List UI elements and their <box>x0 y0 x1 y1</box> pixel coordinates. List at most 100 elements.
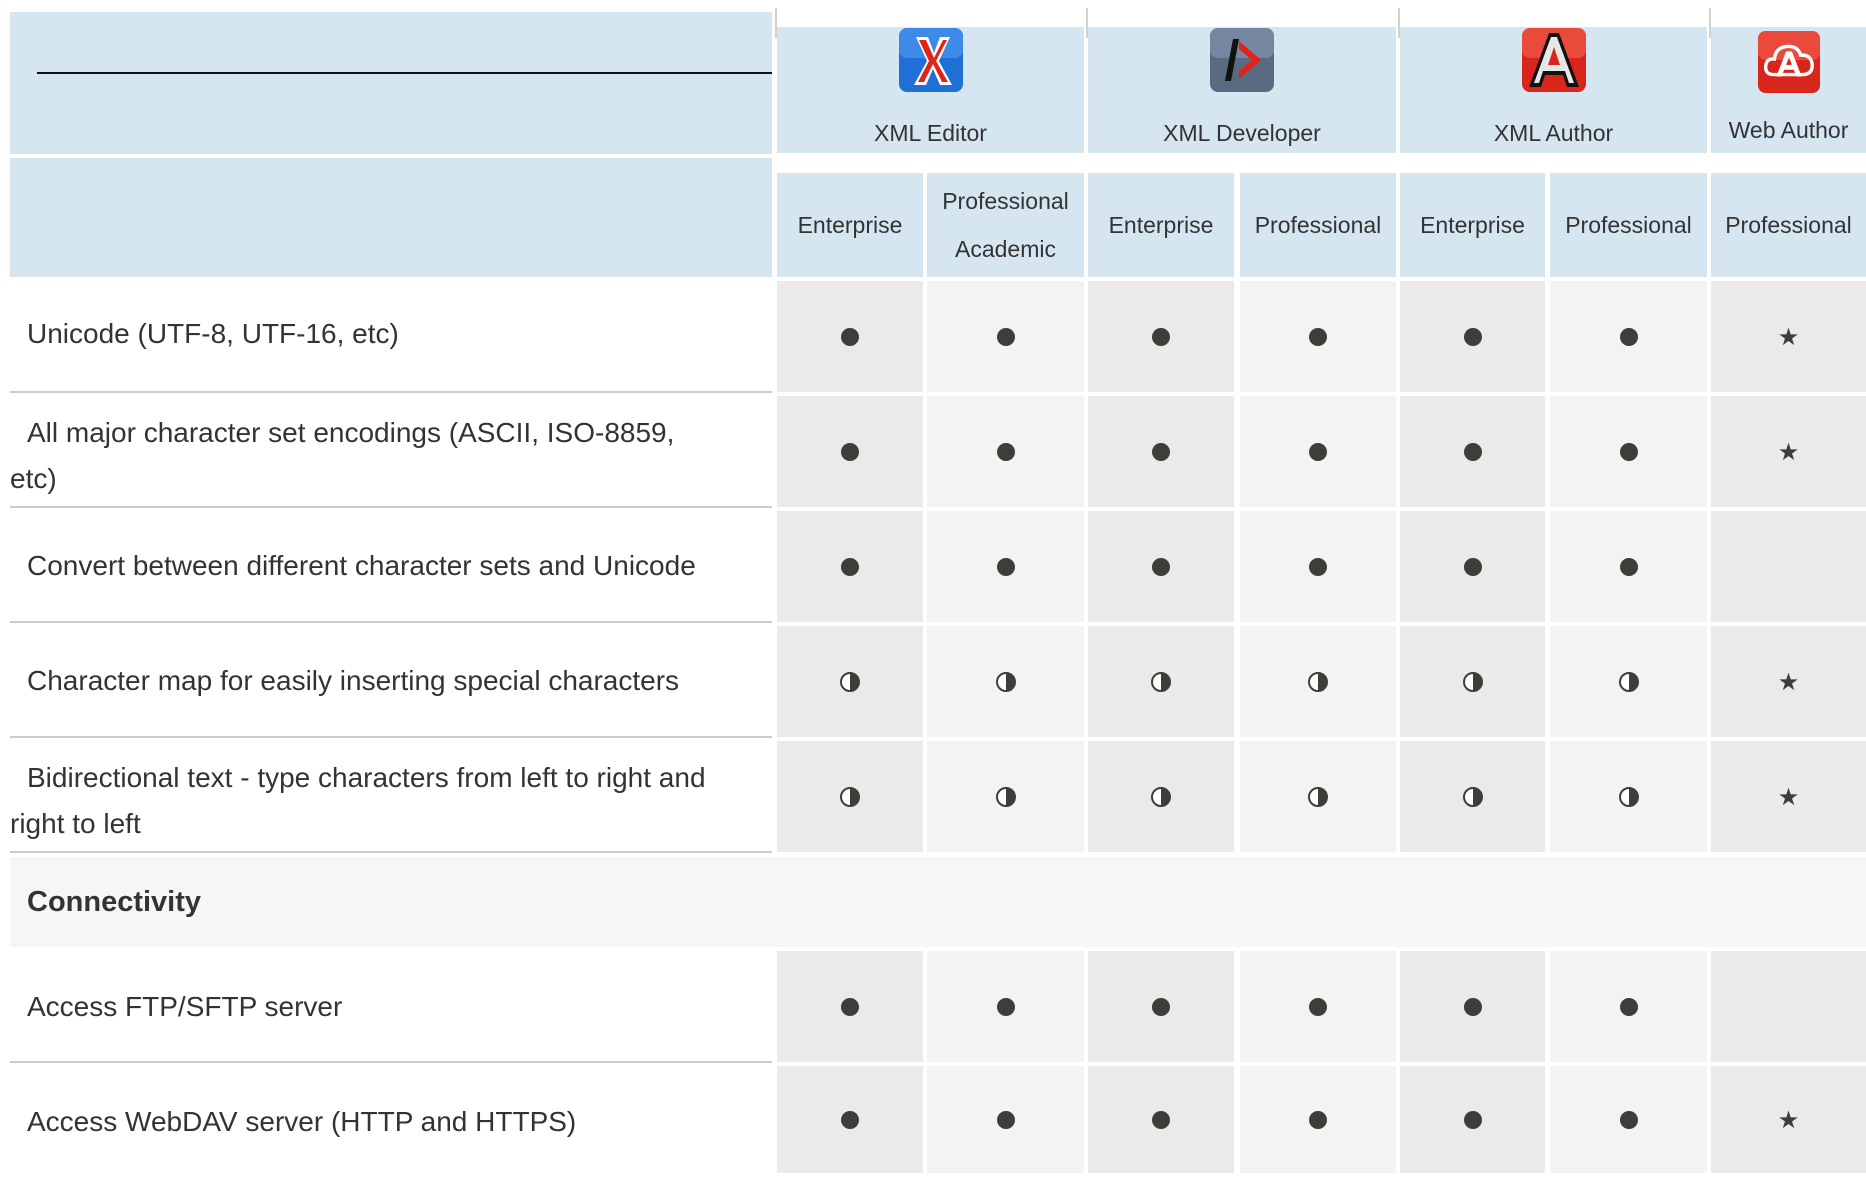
support-cell <box>1088 511 1234 622</box>
edition-header[interactable]: Enterprise <box>1088 173 1234 277</box>
full-support-dot-icon <box>841 442 859 461</box>
feature-name-cont: etc) <box>10 463 57 494</box>
full-support-dot-icon <box>1309 327 1327 346</box>
support-cell <box>1088 626 1234 737</box>
feature-name-cont: right to left <box>10 808 141 839</box>
edition-header[interactable]: Professional <box>1240 173 1396 277</box>
edition-header[interactable]: Enterprise <box>1400 173 1545 277</box>
support-cell <box>1400 511 1545 622</box>
support-cell <box>1550 951 1707 1062</box>
product-header-xml-author[interactable]: XML Author <box>1400 27 1707 153</box>
partial-support-icon <box>1618 786 1639 807</box>
support-cell <box>1240 511 1396 622</box>
product-name: XML Developer <box>1163 120 1321 146</box>
edition-header[interactable]: Professional Academic <box>927 173 1084 277</box>
full-support-dot-icon <box>996 997 1015 1016</box>
edition-label: Professional <box>1725 212 1852 238</box>
support-cell <box>1088 951 1234 1062</box>
support-cell <box>1088 396 1234 507</box>
full-support-dot-icon <box>996 442 1015 461</box>
edition-header[interactable]: Enterprise <box>777 173 923 277</box>
full-support-dot-icon <box>996 557 1015 576</box>
feature-name: Access WebDAV server (HTTP and HTTPS) <box>27 1106 577 1137</box>
partial-support-icon <box>1308 671 1328 692</box>
full-support-dot-icon <box>996 1110 1015 1129</box>
feature-name: All major character set encodings (ASCII… <box>27 417 675 448</box>
product-header-xml-developer[interactable]: XML Developer <box>1088 27 1396 153</box>
full-support-dot-icon <box>841 997 859 1016</box>
partial-support-icon <box>1618 671 1639 692</box>
full-support-dot-icon <box>1619 327 1638 346</box>
full-support-dot-icon <box>1309 997 1327 1016</box>
support-cell <box>1240 951 1396 1062</box>
support-cell: ★ <box>1711 741 1866 852</box>
feature-row-label: Unicode (UTF-8, UTF-16, etc) <box>10 281 772 393</box>
partial-support-icon <box>840 671 860 692</box>
support-cell <box>927 511 1084 622</box>
feature-name: Unicode (UTF-8, UTF-16, etc) <box>27 318 399 349</box>
support-cell <box>1400 396 1545 507</box>
support-cell <box>1240 396 1396 507</box>
product-header-xml-editor[interactable]: XML Editor <box>777 27 1084 153</box>
feature-row-label: Bidirectional text - type characters fro… <box>10 741 772 853</box>
partial-support-icon <box>995 671 1016 692</box>
support-cell <box>1711 951 1866 1062</box>
partial-support-icon <box>1151 671 1171 692</box>
support-cell <box>1550 741 1707 852</box>
star-icon: ★ <box>1777 322 1800 351</box>
support-cell <box>1550 626 1707 737</box>
feature-name: Convert between different character sets… <box>27 550 696 581</box>
support-cell <box>777 1066 923 1173</box>
support-cell <box>777 951 923 1062</box>
full-support-dot-icon <box>1463 327 1482 346</box>
edition-header[interactable]: Professional <box>1550 173 1707 277</box>
full-support-dot-icon <box>1619 1110 1638 1129</box>
support-cell <box>1240 1066 1396 1173</box>
feature-row-label: Access FTP/SFTP server <box>10 951 772 1063</box>
edition-label: Professional <box>942 188 1069 214</box>
support-cell <box>777 626 923 737</box>
full-support-dot-icon <box>1463 997 1482 1016</box>
product-header-web-author[interactable]: Web Author <box>1711 27 1866 153</box>
star-icon: ★ <box>1777 782 1800 811</box>
partial-support-icon <box>1462 786 1483 807</box>
full-support-dot-icon <box>1619 997 1638 1016</box>
support-cell <box>777 396 923 507</box>
full-support-dot-icon <box>1152 997 1170 1016</box>
edition-label: Professional <box>1565 212 1692 238</box>
full-support-dot-icon <box>841 1110 859 1129</box>
support-cell <box>1400 1066 1545 1173</box>
support-cell <box>1240 626 1396 737</box>
support-cell <box>927 626 1084 737</box>
partial-support-icon <box>995 786 1016 807</box>
star-icon: ★ <box>1777 667 1800 696</box>
feature-row-label: Character map for easily inserting speci… <box>10 626 772 738</box>
support-cell <box>777 281 923 392</box>
support-cell <box>1240 281 1396 392</box>
full-support-dot-icon <box>1309 442 1327 461</box>
star-icon: ★ <box>1777 437 1800 466</box>
edition-header[interactable]: Professional <box>1711 173 1866 277</box>
full-support-dot-icon <box>1463 1110 1482 1129</box>
header-corner-cell-lower <box>10 158 772 277</box>
support-cell: ★ <box>1711 1066 1866 1173</box>
support-cell <box>1400 626 1545 737</box>
support-cell <box>1400 281 1545 392</box>
support-cell <box>927 741 1084 852</box>
support-cell <box>1550 1066 1707 1173</box>
support-cell <box>777 741 923 852</box>
feature-row-label: Convert between different character sets… <box>10 511 772 623</box>
support-cell: ★ <box>1711 281 1866 392</box>
partial-support-icon <box>1462 671 1483 692</box>
full-support-dot-icon <box>1309 557 1327 576</box>
full-support-dot-icon <box>1152 442 1170 461</box>
feature-name: Character map for easily inserting speci… <box>27 665 680 696</box>
support-cell <box>1400 951 1545 1062</box>
partial-support-icon <box>840 786 860 807</box>
full-support-dot-icon <box>996 327 1015 346</box>
section-header-connectivity: Connectivity <box>10 857 1866 947</box>
edition-label: Enterprise <box>1108 212 1214 238</box>
edition-label: Enterprise <box>797 212 903 238</box>
support-cell <box>1088 1066 1234 1173</box>
full-support-dot-icon <box>841 327 859 346</box>
